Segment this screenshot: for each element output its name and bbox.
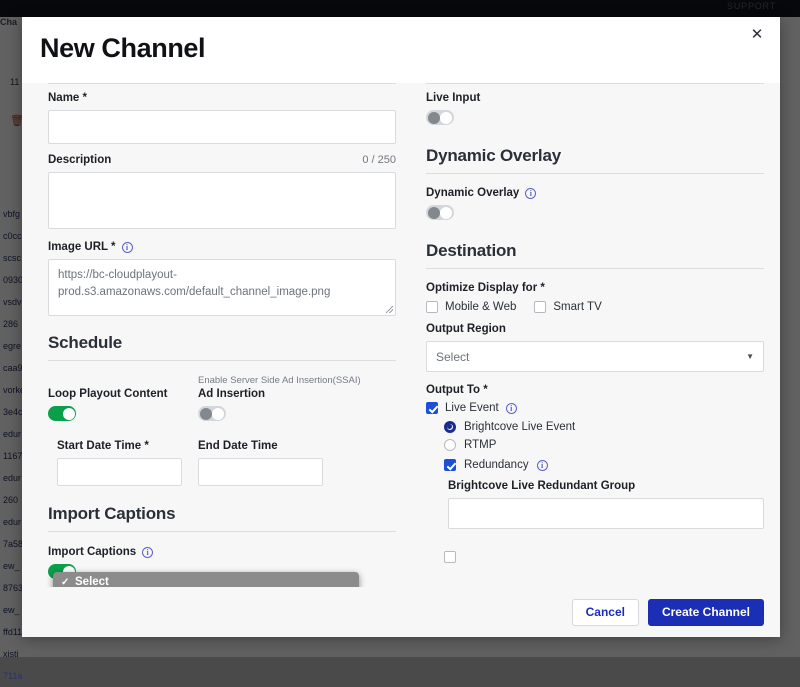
left-column: Name * Description 0 / 250 Image URL * i…: [48, 83, 396, 584]
loop-playout-label: Loop Playout Content: [48, 388, 198, 400]
optimize-display-label: Optimize Display for *: [426, 282, 764, 294]
schedule-section-title: Schedule: [48, 333, 396, 353]
info-icon[interactable]: i: [122, 242, 133, 253]
dynamic-overlay-label-text: Dynamic Overlay: [426, 187, 519, 199]
start-date-label: Start Date Time *: [57, 440, 198, 452]
output-to-label: Output To *: [426, 384, 764, 396]
radio-icon[interactable]: [444, 439, 456, 451]
optimize-option-smart-tv[interactable]: Smart TV: [534, 301, 601, 313]
info-icon[interactable]: i: [506, 403, 517, 414]
checkbox-icon[interactable]: [444, 459, 456, 471]
radio-brightcove-live-event[interactable]: Brightcove Live Event: [426, 421, 764, 433]
ad-insertion-label: Ad Insertion: [198, 388, 361, 400]
start-date-input[interactable]: [57, 458, 182, 486]
end-date-input[interactable]: [198, 458, 323, 486]
dynamic-overlay-label: Dynamic Overlay i: [426, 187, 764, 199]
redundant-group-select[interactable]: [448, 498, 764, 529]
create-channel-button[interactable]: Create Channel: [648, 599, 764, 626]
image-url-label: Image URL * i: [48, 241, 396, 253]
cancel-button[interactable]: Cancel: [572, 599, 639, 626]
checkbox-icon[interactable]: [426, 402, 438, 414]
radio-rtmp[interactable]: RTMP: [426, 439, 764, 451]
live-input-toggle[interactable]: [426, 110, 454, 125]
name-input[interactable]: [48, 110, 396, 144]
optimize-option-label: Mobile & Web: [445, 301, 516, 313]
new-channel-modal: New Channel ✕ Name * Description 0 / 250…: [22, 17, 780, 637]
name-label: Name *: [48, 92, 396, 104]
redundant-group-label: Brightcove Live Redundant Group: [426, 480, 764, 492]
end-date-label: End Date Time: [198, 440, 323, 452]
optimize-option-mobile-web[interactable]: Mobile & Web: [426, 301, 516, 313]
output-region-label: Output Region: [426, 323, 764, 335]
image-url-label-text: Image URL *: [48, 241, 116, 253]
import-captions-section-title: Import Captions: [48, 504, 396, 524]
live-input-label: Live Input: [426, 92, 764, 104]
dropdown-option[interactable]: Select: [53, 575, 359, 587]
dynamic-overlay-toggle[interactable]: [426, 205, 454, 220]
radio-icon[interactable]: [444, 421, 456, 433]
redundancy-label: Redundancy: [464, 459, 529, 471]
modal-footer: Cancel Create Channel: [22, 587, 780, 637]
optimize-option-label: Smart TV: [553, 301, 601, 313]
checkbox-icon[interactable]: [426, 301, 438, 313]
close-icon[interactable]: ✕: [746, 24, 768, 46]
redundancy-checkbox-row[interactable]: Redundancy i: [426, 459, 764, 471]
info-icon[interactable]: i: [537, 460, 548, 471]
output-region-select[interactable]: Select ▼: [426, 341, 764, 372]
image-url-input[interactable]: https://bc-cloudplayout-prod.s3.amazonaw…: [48, 259, 396, 316]
loop-playout-toggle[interactable]: [48, 406, 76, 421]
description-counter: 0 / 250: [362, 154, 396, 166]
checkbox-icon[interactable]: [534, 301, 546, 313]
right-column: Live Input Dynamic Overlay Dynamic Overl…: [426, 83, 764, 563]
page-title: New Channel: [40, 33, 205, 64]
modal-body: Name * Description 0 / 250 Image URL * i…: [22, 83, 780, 587]
ad-insertion-hint: Enable Server Side Ad Insertion(SSAI): [198, 375, 361, 386]
description-label: Description: [48, 154, 111, 166]
redundancy-group-dropdown-menu[interactable]: SelectCreate New Redundancy Groupcp_exis…: [53, 572, 359, 587]
hidden-checkbox-row[interactable]: [426, 551, 764, 563]
info-icon[interactable]: i: [525, 188, 536, 199]
description-input[interactable]: [48, 172, 396, 229]
chevron-down-icon: ▼: [746, 352, 754, 361]
radio-label: Brightcove Live Event: [464, 421, 575, 433]
live-event-checkbox-row[interactable]: Live Event i: [426, 402, 764, 414]
destination-section-title: Destination: [426, 241, 764, 261]
table-row: 711a: [0, 665, 44, 687]
import-captions-label: Import Captions i: [48, 546, 396, 558]
import-captions-label-text: Import Captions: [48, 546, 136, 558]
radio-label: RTMP: [464, 439, 496, 451]
ad-insertion-toggle[interactable]: [198, 406, 226, 421]
output-region-value: Select: [436, 350, 469, 364]
checkbox-icon[interactable]: [444, 551, 456, 563]
dynamic-overlay-section-title: Dynamic Overlay: [426, 146, 764, 166]
modal-header: New Channel ✕: [22, 17, 780, 83]
info-icon[interactable]: i: [142, 547, 153, 558]
live-event-label: Live Event: [445, 402, 499, 414]
